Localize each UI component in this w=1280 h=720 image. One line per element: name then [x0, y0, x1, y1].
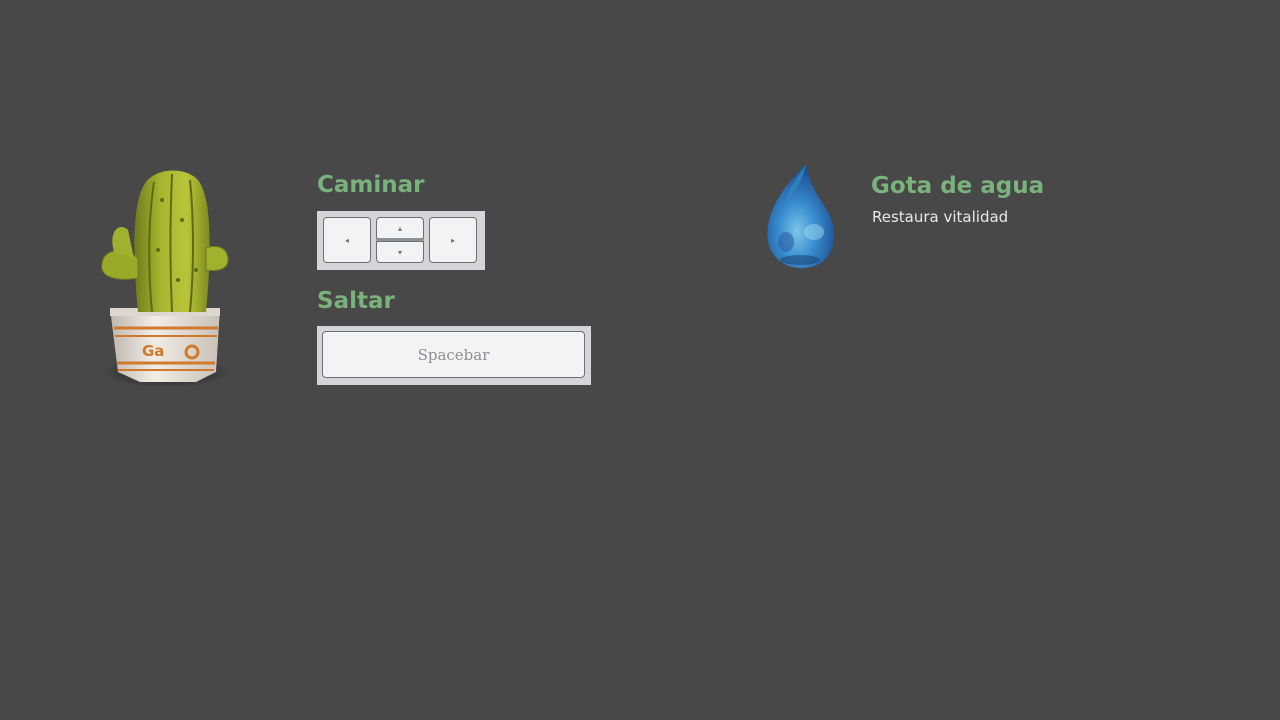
walk-title: Caminar	[317, 172, 425, 198]
svg-text:Ga: Ga	[142, 342, 164, 360]
game-screen: Ga Caminar ◂ ▴ ▾ ▸ Saltar Spacebar Gota …	[0, 0, 1280, 720]
arrow-keys-panel: ◂ ▴ ▾ ▸	[317, 211, 485, 270]
left-arrow-key[interactable]: ◂	[323, 217, 371, 263]
cactus-icon: Ga	[101, 170, 231, 388]
down-arrow-key[interactable]: ▾	[376, 241, 424, 263]
item-name: Gota de agua	[871, 173, 1045, 199]
water-drop-icon	[767, 164, 835, 268]
jump-title: Saltar	[317, 288, 395, 314]
spacebar-panel: Spacebar	[317, 326, 591, 385]
spacebar-key[interactable]: Spacebar	[322, 331, 585, 378]
item-description: Restaura vitalidad	[872, 208, 1009, 226]
right-arrow-key[interactable]: ▸	[429, 217, 477, 263]
up-arrow-key[interactable]: ▴	[376, 217, 424, 239]
